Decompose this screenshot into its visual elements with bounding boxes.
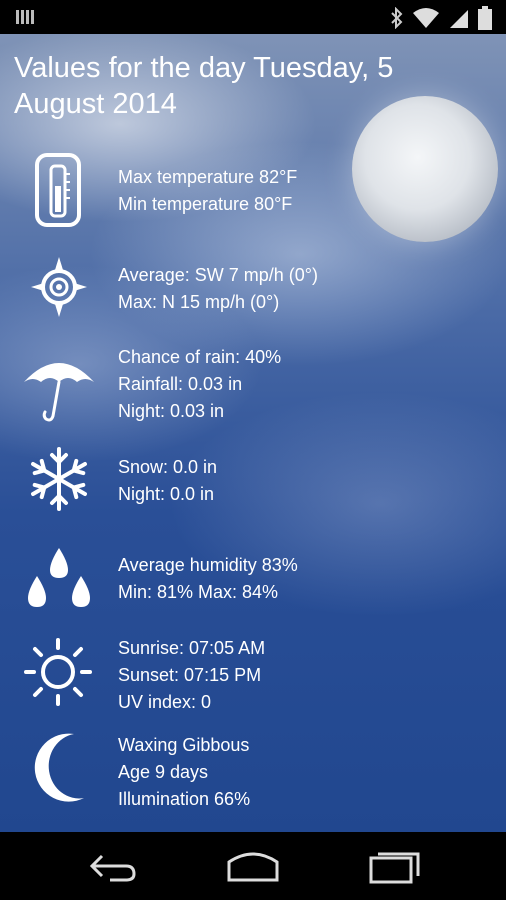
uv-index: UV index: 0 xyxy=(118,692,212,712)
back-icon[interactable] xyxy=(86,848,138,889)
sunrise: Sunrise: 07:05 AM xyxy=(118,638,266,658)
recents-icon[interactable] xyxy=(368,848,422,889)
average-wind: Average: SW 7 mp/h (0°) xyxy=(118,265,318,285)
max-wind: Max: N 15 mp/h (0°) xyxy=(118,292,280,312)
weather-day-details[interactable]: Values for the day Tuesday, 5 August 201… xyxy=(0,34,506,832)
rain-night: Night: 0.03 in xyxy=(118,401,225,421)
status-bar xyxy=(0,0,506,34)
battery-icon xyxy=(478,6,492,35)
snowflake-icon xyxy=(28,446,90,517)
average-humidity: Average humidity 83% xyxy=(118,555,298,575)
page-title: Values for the day Tuesday, 5 August 201… xyxy=(14,52,394,120)
rainfall: Rainfall: 0.03 in xyxy=(118,374,243,394)
moon-phase-icon xyxy=(34,732,86,807)
wifi-icon xyxy=(412,7,440,34)
umbrella-icon xyxy=(22,352,96,429)
chance-of-rain: Chance of rain: 40% xyxy=(118,347,282,367)
sun-icon xyxy=(24,638,92,711)
bluetooth-icon xyxy=(390,6,404,34)
moon-phase: Waxing Gibbous xyxy=(118,735,250,755)
humidity-drops-icon xyxy=(26,546,92,615)
snow-night: Night: 0.0 in xyxy=(118,484,215,504)
home-icon[interactable] xyxy=(226,848,280,889)
thermometer-icon xyxy=(34,152,82,233)
cell-signal-icon xyxy=(448,7,470,34)
signal-bars-icon xyxy=(16,8,34,31)
max-temperature: Max temperature 82°F xyxy=(118,167,298,187)
min-temperature: Min temperature 80°F xyxy=(118,194,293,214)
humidity-min-max: Min: 81% Max: 84% xyxy=(118,582,279,602)
moon-age: Age 9 days xyxy=(118,762,209,782)
wind-compass-icon xyxy=(30,256,88,323)
sunset: Sunset: 07:15 PM xyxy=(118,665,262,685)
navigation-bar xyxy=(0,832,506,900)
moon-illumination: Illumination 66% xyxy=(118,789,251,809)
snow: Snow: 0.0 in xyxy=(118,457,218,477)
